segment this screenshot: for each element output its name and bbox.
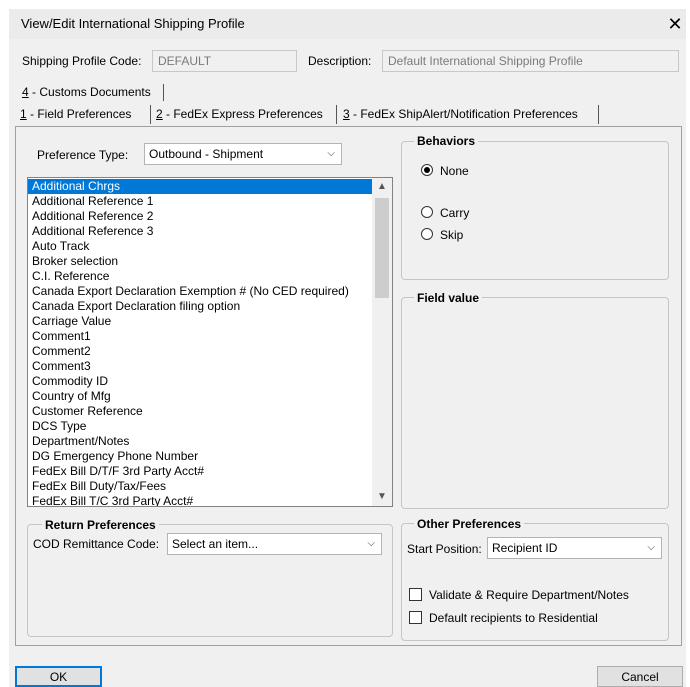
chevron-down-icon: ⌵: [367, 538, 375, 549]
tab-key: 2: [156, 107, 163, 121]
cod-remittance-select[interactable]: Select an item... ⌵: [167, 533, 382, 555]
radio-carry-label: Carry: [440, 206, 470, 220]
tab-label: - FedEx Express Preferences: [162, 107, 323, 121]
tab-separator: [150, 105, 151, 124]
radio-none[interactable]: [421, 164, 433, 176]
list-item[interactable]: Customer Reference: [28, 404, 373, 419]
start-position-select[interactable]: Recipient ID ⌵: [487, 537, 662, 559]
other-preferences-title: Other Preferences: [414, 517, 525, 531]
tab-label: - Customs Documents: [28, 85, 151, 99]
return-preferences-title: Return Preferences: [42, 518, 159, 532]
preference-type-label: Preference Type:: [37, 148, 129, 162]
radio-skip[interactable]: [421, 228, 433, 240]
radio-carry[interactable]: [421, 206, 433, 218]
list-item[interactable]: Auto Track: [28, 239, 373, 254]
radio-none-label: None: [440, 164, 469, 178]
tab-label: - Field Preferences: [26, 107, 132, 121]
tab-separator: [336, 105, 337, 124]
profile-code-field[interactable]: DEFAULT: [152, 50, 297, 72]
scroll-down-icon[interactable]: ▼: [372, 488, 392, 506]
tab-separator: [598, 105, 599, 124]
cod-remittance-label: COD Remittance Code:: [33, 537, 160, 551]
tab-key: 4: [22, 85, 29, 99]
list-item[interactable]: Commodity ID: [28, 374, 373, 389]
profile-code-label: Shipping Profile Code:: [22, 54, 142, 68]
start-position-label: Start Position:: [407, 542, 482, 556]
list-item[interactable]: Comment3: [28, 359, 373, 374]
tab-field-preferences[interactable]: 1 - Field Preferences: [20, 107, 131, 122]
list-item[interactable]: Additional Reference 1: [28, 194, 373, 209]
description-label: Description:: [308, 54, 372, 68]
list-item[interactable]: Department/Notes: [28, 434, 373, 449]
title-bar: View/Edit International Shipping Profile…: [9, 9, 686, 39]
tab-customs-documents[interactable]: 4 - Customs Documents: [22, 85, 151, 100]
cancel-button[interactable]: Cancel: [597, 666, 683, 687]
radio-skip-label: Skip: [440, 228, 464, 242]
tab-key: 1: [20, 107, 27, 121]
list-item[interactable]: Additional Reference 2: [28, 209, 373, 224]
field-value-group: [401, 297, 669, 509]
window-title: View/Edit International Shipping Profile: [21, 16, 245, 31]
description-field[interactable]: Default International Shipping Profile: [382, 50, 679, 72]
list-item[interactable]: FedEx Bill T/C 3rd Party Acct#: [28, 494, 373, 506]
tab-separator: [163, 84, 164, 101]
chevron-down-icon: ⌵: [327, 148, 335, 159]
validate-department-checkbox[interactable]: [409, 588, 422, 601]
validate-department-label: Validate & Require Department/Notes: [429, 588, 629, 602]
default-residential-label: Default recipients to Residential: [429, 611, 598, 625]
list-item[interactable]: Country of Mfg: [28, 389, 373, 404]
list-item[interactable]: C.I. Reference: [28, 269, 373, 284]
list-item[interactable]: Canada Export Declaration filing option: [28, 299, 373, 314]
list-item[interactable]: Broker selection: [28, 254, 373, 269]
tab-label: - FedEx ShipAlert/Notification Preferenc…: [349, 107, 578, 121]
tab-fedex-shipalert-preferences[interactable]: 3 - FedEx ShipAlert/Notification Prefere…: [343, 107, 578, 122]
list-item[interactable]: FedEx Bill Duty/Tax/Fees: [28, 479, 373, 494]
list-item[interactable]: DG Emergency Phone Number: [28, 449, 373, 464]
cod-remittance-value: Select an item...: [172, 537, 259, 551]
scrollbar-thumb[interactable]: [375, 198, 389, 298]
close-icon[interactable]: ✕: [664, 9, 686, 39]
behaviors-title: Behaviors: [414, 134, 479, 148]
list-item[interactable]: Additional Reference 3: [28, 224, 373, 239]
list-item[interactable]: Canada Export Declaration Exemption # (N…: [28, 284, 373, 299]
scroll-up-icon[interactable]: ▲: [372, 178, 392, 196]
list-scrollbar[interactable]: ▲ ▼: [372, 178, 392, 506]
list-item[interactable]: Comment1: [28, 329, 373, 344]
default-residential-checkbox[interactable]: [409, 611, 422, 624]
list-item[interactable]: DCS Type: [28, 419, 373, 434]
list-item[interactable]: FedEx Bill D/T/F 3rd Party Acct#: [28, 464, 373, 479]
ok-button[interactable]: OK: [15, 666, 102, 687]
field-value-title: Field value: [414, 291, 483, 305]
start-position-value: Recipient ID: [492, 541, 558, 555]
list-item[interactable]: Comment2: [28, 344, 373, 359]
list-item[interactable]: Additional Chrgs: [28, 179, 373, 194]
chevron-down-icon: ⌵: [647, 542, 655, 553]
preference-type-value: Outbound - Shipment: [149, 147, 264, 161]
tab-fedex-express-preferences[interactable]: 2 - FedEx Express Preferences: [156, 107, 323, 122]
tab-key: 3: [343, 107, 350, 121]
list-item[interactable]: Carriage Value: [28, 314, 373, 329]
preference-type-select[interactable]: Outbound - Shipment ⌵: [144, 143, 342, 165]
preference-listbox[interactable]: Additional Chrgs Additional Reference 1 Ad…: [27, 177, 393, 507]
